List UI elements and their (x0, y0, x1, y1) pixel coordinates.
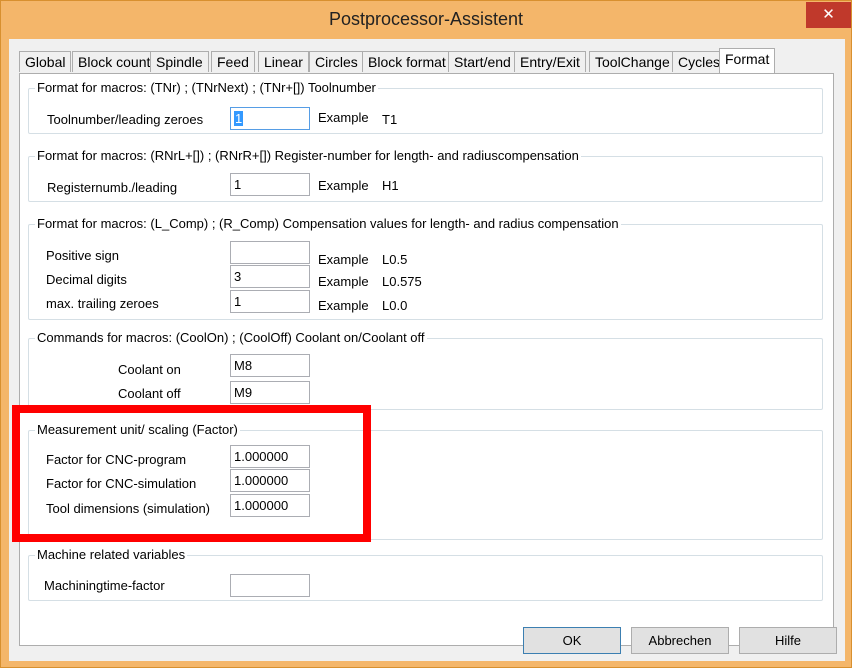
tab-linear[interactable]: Linear (258, 51, 309, 72)
close-icon: ✕ (822, 6, 835, 23)
group-coolant-title: Commands for macros: (CoolOn) ; (CoolOff… (35, 330, 427, 345)
register-input[interactable]: 1 (230, 173, 310, 196)
trailing-zeroes-example-label: Example (318, 298, 369, 313)
positive-sign-label: Positive sign (46, 248, 119, 263)
decimal-digits-label: Decimal digits (46, 272, 127, 287)
group-register-title: Format for macros: (RNrL+[]) ; (RNrR+[])… (35, 148, 581, 163)
decimal-digits-example-value: L0.575 (382, 274, 422, 289)
trailing-zeroes-example-value: L0.0 (382, 298, 408, 313)
tab-start-end[interactable]: Start/end (448, 51, 517, 72)
positive-sign-input[interactable] (230, 241, 310, 264)
factor-cnc-program-label: Factor for CNC-program (46, 452, 187, 467)
factor-cnc-program-input[interactable]: 1.000000 (230, 445, 310, 468)
group-compensation-title: Format for macros: (L_Comp) ; (R_Comp) C… (35, 216, 621, 231)
machiningtime-factor-label: Machiningtime-factor (44, 578, 165, 593)
tab-tool-change[interactable]: ToolChange (589, 51, 676, 72)
group-register: Format for macros: (RNrL+[]) ; (RNrR+[])… (28, 148, 823, 202)
tool-dimensions-label: Tool dimensions (simulation) (46, 501, 211, 516)
group-compensation: Format for macros: (L_Comp) ; (R_Comp) C… (28, 216, 823, 320)
tool-dimensions-input[interactable]: 1.000000 (230, 494, 310, 517)
format-tab-panel: Format for macros: (TNr) ; (TNrNext) ; (… (19, 73, 834, 646)
tab-block-format[interactable]: Block format (362, 51, 452, 72)
group-machine-title: Machine related variables (35, 547, 188, 562)
coolant-on-label: Coolant on (118, 362, 181, 377)
tab-feed[interactable]: Feed (211, 51, 255, 72)
trailing-zeroes-input[interactable]: 1 (230, 290, 310, 313)
machiningtime-factor-input[interactable] (230, 574, 310, 597)
group-machine: Machine related variables Machiningtime-… (28, 547, 823, 601)
ok-button[interactable]: OK (523, 627, 621, 654)
positive-sign-example-label: Example (318, 252, 369, 267)
register-example-label: Example (318, 178, 369, 193)
decimal-digits-input[interactable]: 3 (230, 265, 310, 288)
tab-global[interactable]: Global (19, 51, 72, 72)
tab-format[interactable]: Format (719, 48, 776, 73)
factor-cnc-simulation-label: Factor for CNC-simulation (46, 476, 197, 491)
window-title: Postprocessor-Assistent (328, 9, 524, 29)
coolant-off-label: Coolant off (118, 386, 181, 401)
tab-block-count[interactable]: Block count (72, 51, 157, 72)
factor-cnc-simulation-input[interactable]: 1.000000 (230, 469, 310, 492)
help-button[interactable]: Hilfe (739, 627, 837, 654)
tab-cycles[interactable]: Cycles (672, 51, 727, 72)
group-coolant: Commands for macros: (CoolOn) ; (CoolOff… (28, 330, 823, 410)
dialog-client-area: Global Block count Spindle Feed Linear C… (9, 39, 845, 661)
title-bar[interactable]: Postprocessor-Assistent ✕ (1, 1, 851, 39)
tab-entry-exit[interactable]: Entry/Exit (514, 51, 586, 72)
toolnumber-example-label: Example (318, 110, 369, 125)
cancel-button[interactable]: Abbrechen (631, 627, 729, 654)
close-button[interactable]: ✕ (806, 2, 851, 28)
group-scaling-title: Measurement unit/ scaling (Factor) (35, 422, 240, 437)
register-example-value: H1 (382, 178, 399, 193)
positive-sign-example-value: L0.5 (382, 252, 408, 267)
register-label: Registernumb./leading (47, 180, 178, 195)
tab-circles[interactable]: Circles (309, 51, 364, 72)
dialog-window: Postprocessor-Assistent ✕ Global Block c… (0, 0, 852, 668)
group-scaling: Measurement unit/ scaling (Factor) Facto… (28, 422, 823, 540)
toolnumber-value: 1 (234, 111, 244, 126)
toolnumber-input[interactable]: 1 (230, 107, 310, 130)
tab-spindle[interactable]: Spindle (150, 51, 209, 72)
group-toolnumber-title: Format for macros: (TNr) ; (TNrNext) ; (… (35, 80, 378, 95)
group-toolnumber: Format for macros: (TNr) ; (TNrNext) ; (… (28, 80, 823, 134)
decimal-digits-example-label: Example (318, 274, 369, 289)
coolant-off-input[interactable]: M9 (230, 381, 310, 404)
toolnumber-example-value: T1 (382, 112, 398, 127)
coolant-on-input[interactable]: M8 (230, 354, 310, 377)
toolnumber-label: Toolnumber/leading zeroes (47, 112, 204, 127)
trailing-zeroes-label: max. trailing zeroes (46, 296, 159, 311)
